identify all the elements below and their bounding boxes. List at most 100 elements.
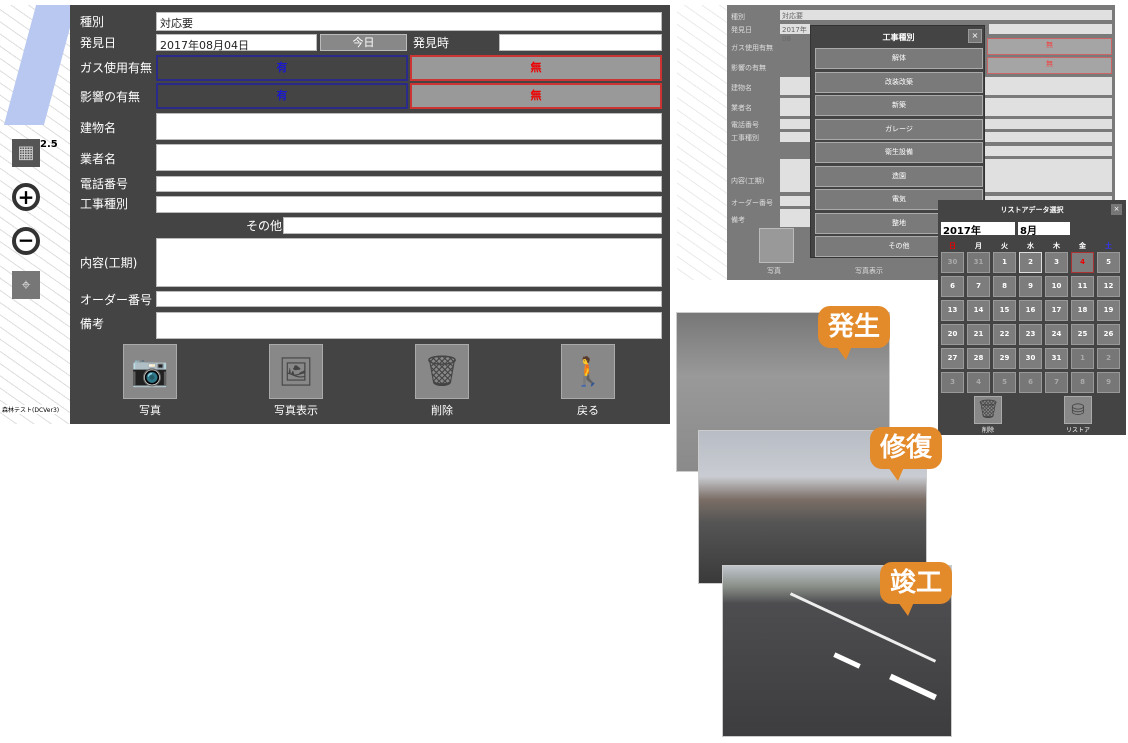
date-field[interactable]: 2017年08月04日 [156,34,317,52]
calendar-day[interactable]: 14 [967,300,990,321]
calendar-day[interactable]: 1 [1071,348,1094,369]
calendar-day[interactable]: 6 [1019,372,1042,393]
calendar-day[interactable]: 12 [1097,276,1120,297]
gas-label: ガス使用有無 [80,61,153,75]
phone-field[interactable] [156,176,662,192]
calendar-day[interactable]: 5 [993,372,1016,393]
dim-camera-icon [759,228,794,263]
calendar-day[interactable]: 9 [1097,372,1120,393]
calendar-day[interactable]: 5 [1097,252,1120,273]
calendar-day[interactable]: 20 [941,324,964,345]
month-select[interactable]: 8月 [1018,222,1070,237]
work-type-label: 工事種別 [80,197,129,211]
impact-label: 影響の有無 [80,90,141,104]
work-type-option[interactable]: 新築 [815,95,983,116]
calendar-day[interactable]: 8 [993,276,1016,297]
work-type-option[interactable]: ガレージ [815,118,983,140]
calendar-day[interactable]: 2 [1097,348,1120,369]
calendar-day[interactable]: 3 [941,372,964,393]
calendar-day[interactable]: 16 [1019,300,1042,321]
close-icon[interactable]: × [968,29,982,43]
database-restore-icon[interactable]: ⛁ [1064,396,1092,424]
dim-field: 2017年08 [780,24,810,43]
order-label: オーダー番号 [80,293,153,307]
impact-no-button[interactable]: 無 [410,83,662,109]
calendar-day[interactable]: 31 [967,252,990,273]
work-type-option[interactable]: 改装改築 [815,71,983,93]
dialog-title: 工事種別 [882,33,915,42]
work-type-option[interactable]: 造園 [815,165,983,187]
calendar-day[interactable]: 18 [1071,300,1094,321]
type-label: 種別 [80,15,105,29]
content-label: 内容(工期) [80,256,138,270]
camera-icon: 📷 [131,354,169,389]
time-field[interactable] [499,34,662,51]
calendar-day[interactable]: 8 [1071,372,1094,393]
calendar-day[interactable]: 13 [941,300,964,321]
calendar-day[interactable]: 1 [993,252,1016,273]
calendar-day[interactable]: 30 [1019,348,1042,369]
calendar-day[interactable]: 10 [1045,276,1068,297]
calendar-day[interactable]: 25 [1071,324,1094,345]
other-field[interactable] [283,217,662,234]
exit-door-icon: 🚶 [570,355,606,388]
work-type-option[interactable]: 解体 [815,48,983,69]
notes-field[interactable] [156,312,662,339]
calendar-day[interactable]: 31 [1045,348,1068,369]
calendar-day[interactable]: 19 [1097,300,1120,321]
calendar-day[interactable]: 17 [1045,300,1068,321]
dialog-title: リストアデータ選択 [1000,206,1064,214]
calendar-day[interactable]: 30 [941,252,964,273]
calendar-day[interactable]: 15 [993,300,1016,321]
building-label: 建物名 [80,121,117,135]
calendar-day[interactable]: 6 [941,276,964,297]
dim-label: ガス使用有無 [731,44,773,52]
location-map-icon[interactable]: ⌖ [12,271,40,299]
work-type-option[interactable]: 衛生設備 [815,142,983,163]
zoom-in-icon[interactable]: + [12,183,40,211]
calendar-day[interactable]: 3 [1045,252,1068,273]
calendar-day[interactable]: 7 [1045,372,1068,393]
gas-no-button[interactable]: 無 [410,55,662,81]
delete-button[interactable]: 🗑 [415,344,469,399]
zoom-out-icon[interactable]: − [12,227,40,255]
close-icon[interactable]: × [1111,204,1122,215]
dim-label: 業者名 [731,104,752,112]
vendor-field[interactable] [156,144,662,171]
impact-yes-button[interactable]: 有 [156,83,408,109]
work-type-field[interactable] [156,196,662,213]
calendar-day[interactable]: 27 [941,348,964,369]
calendar-day[interactable]: 26 [1097,324,1120,345]
calendar-day[interactable]: 21 [967,324,990,345]
calendar-day[interactable]: 2 [1019,252,1042,273]
calendar-day[interactable]: 4 [967,372,990,393]
order-field[interactable] [156,291,662,307]
map-attribution: 森林テスト(DCVer3) [2,405,60,414]
year-select[interactable]: 2017年 [941,222,1015,237]
map-view[interactable]: 2.5 ▦ + − ⌖ 森林テスト(DCVer3) [0,5,77,424]
photo-button[interactable]: 📷 [123,344,177,399]
dim-label: 写真表示 [855,267,883,275]
trash-icon: 🗑 [422,354,462,389]
calendar-day[interactable]: 22 [993,324,1016,345]
calendar-day[interactable]: 4 [1071,252,1094,273]
grid-menu-icon[interactable]: ▦ [12,139,40,167]
calendar-day[interactable]: 9 [1019,276,1042,297]
image-gallery-icon: 🖼 [278,355,314,388]
calendar-day[interactable]: 28 [967,348,990,369]
calendar-day[interactable]: 24 [1045,324,1068,345]
trash-icon[interactable]: 🗑 [974,396,1002,424]
building-field[interactable] [156,113,662,140]
type-field[interactable]: 対応要 [156,12,662,31]
today-button[interactable]: 今日 [320,34,407,51]
content-field[interactable] [156,238,662,287]
weekday-header: 土 [1105,242,1112,250]
calendar-day[interactable]: 7 [967,276,990,297]
calendar-day[interactable]: 11 [1071,276,1094,297]
gas-yes-button[interactable]: 有 [156,55,408,81]
weekday-header: 木 [1053,242,1060,250]
calendar-day[interactable]: 29 [993,348,1016,369]
photo-view-button[interactable]: 🖼 [269,344,323,399]
back-button[interactable]: 🚶 [561,344,615,399]
calendar-day[interactable]: 23 [1019,324,1042,345]
